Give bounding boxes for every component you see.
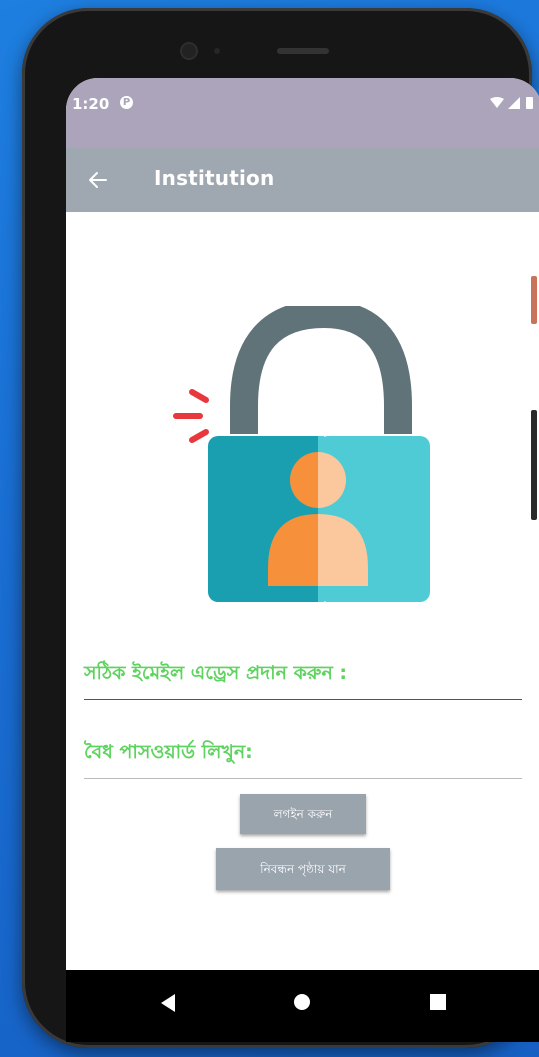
wifi-icon xyxy=(490,97,504,108)
shackle-highlight-dash xyxy=(377,414,383,428)
front-camera xyxy=(182,44,196,58)
notification-badge: P xyxy=(120,96,133,109)
email-underline xyxy=(84,699,522,700)
volume-button xyxy=(531,276,537,324)
signal-icon xyxy=(508,97,520,109)
status-bar: 1:20 P xyxy=(66,78,539,148)
status-time: 1:20 xyxy=(72,95,110,113)
triangle-back-icon[interactable] xyxy=(158,992,178,1014)
shackle-highlight xyxy=(367,358,383,409)
app-bar: Institution xyxy=(66,148,539,212)
screen: 1:20 P Institution সঠিক ইমেইল এড্রেস প্র… xyxy=(66,78,539,1042)
power-button xyxy=(531,410,537,520)
status-icons xyxy=(490,97,533,109)
earpiece-speaker xyxy=(277,48,329,54)
unlocked-padlock-user-icon xyxy=(173,306,430,602)
email-label: সঠিক ইমেইল এড্রেস প্রদান করুন : xyxy=(84,662,348,684)
password-underline xyxy=(84,778,522,779)
alert-mark-top xyxy=(189,389,209,403)
square-recents-icon[interactable] xyxy=(430,994,446,1010)
phone-frame: 1:20 P Institution সঠিক ইমেইল এড্রেস প্র… xyxy=(22,8,539,1048)
arrow-left-icon[interactable] xyxy=(86,168,110,192)
email-field[interactable]: সঠিক ইমেইল এড্রেস প্রদান করুন : xyxy=(84,659,522,700)
password-label: বৈধ পাসওয়ার্ড লিখুন: xyxy=(84,741,253,763)
battery-icon xyxy=(526,97,533,109)
go-to-register-button[interactable]: নিবন্ধন পৃষ্ঠায় যান xyxy=(216,848,390,890)
navigation-bar xyxy=(66,970,539,1042)
page-title: Institution xyxy=(154,166,275,190)
proximity-sensor xyxy=(214,48,220,54)
login-button[interactable]: লগইন করুন xyxy=(240,794,366,834)
password-field[interactable]: বৈধ পাসওয়ার্ড লিখুন: xyxy=(84,738,522,779)
alert-mark-bottom xyxy=(189,429,209,443)
circle-home-icon[interactable] xyxy=(294,994,310,1010)
